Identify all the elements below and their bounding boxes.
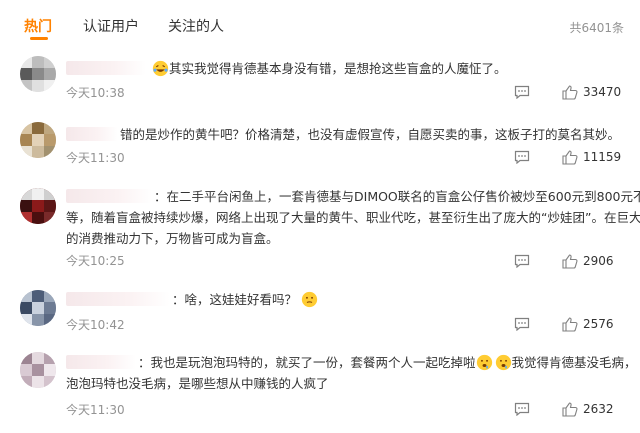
- comment-text: 其实我觉得肯德基本身没有错，是想抢这些盲盒的人魔怔了。: [66, 58, 626, 79]
- reply-icon[interactable]: [514, 402, 530, 416]
- comment-body-line: 泡泡玛特也没毛病，是哪些想从中赚钱的人疯了: [66, 376, 329, 391]
- username[interactable]: [66, 189, 152, 203]
- active-tab-indicator: [30, 37, 48, 40]
- thumbs-up-icon: [562, 316, 578, 332]
- comment-body-line: 等，随着盲盒被持续炒爆，网络上出现了大量的黄牛、职业代吃，甚至衍生出了庞大的“炒…: [66, 210, 640, 225]
- comment-time: 今天10:42: [66, 318, 125, 332]
- username[interactable]: [66, 61, 146, 75]
- reply-icon[interactable]: [514, 150, 530, 164]
- avatar[interactable]: [20, 122, 56, 158]
- thumbs-up-icon: [562, 401, 578, 417]
- like-count: 2576: [583, 317, 614, 331]
- comment-body-line: ：我也是玩泡泡玛特的，就买了一份，套餐两个人一起吃掉啦: [138, 355, 476, 370]
- avatar[interactable]: [20, 188, 56, 224]
- comment-body-line: 我觉得肯德基没毛病，: [511, 355, 637, 370]
- like-button[interactable]: 2576: [562, 316, 614, 332]
- reply-icon[interactable]: [514, 85, 530, 99]
- comment-total: 共6401条: [569, 21, 624, 35]
- laughing-tears-icon: [152, 60, 169, 77]
- tab-following[interactable]: 关注的人: [168, 16, 224, 36]
- comment-time: 今天11:30: [66, 151, 125, 165]
- like-count: 33470: [583, 85, 622, 99]
- like-count: 2906: [583, 254, 614, 268]
- thumbs-up-icon: [562, 149, 578, 165]
- avatar[interactable]: [20, 290, 56, 326]
- like-button[interactable]: 11159: [562, 149, 621, 165]
- thinking-face-icon: [301, 291, 318, 308]
- like-button[interactable]: 2632: [562, 401, 614, 417]
- comment-text: 错的是炒作的黄牛吧？价格清楚，也没有虚假宣传，自愿买卖的事，这板子打的莫名其妙。: [66, 124, 626, 145]
- like-button[interactable]: 33470: [562, 84, 621, 100]
- username[interactable]: [66, 355, 136, 369]
- avatar[interactable]: [20, 352, 56, 388]
- comment-body-line: 的消费推动力下，万物皆可成为盲盒。: [66, 231, 279, 246]
- like-count: 11159: [583, 150, 622, 164]
- tab-verified-users[interactable]: 认证用户: [83, 16, 139, 36]
- comment-body: 错的是炒作的黄牛吧？价格清楚，也没有虚假宣传，自愿买卖的事，这板子打的莫名其妙。: [120, 127, 621, 142]
- drooling-face-icon: [476, 354, 492, 371]
- comment-time: 今天11:30: [66, 403, 125, 417]
- comment-text: ：我也是玩泡泡玛特的，就买了一份，套餐两个人一起吃掉啦 我觉得肯德基没毛病， 泡泡…: [66, 352, 637, 394]
- comment-body: 其实我觉得肯德基本身没有错，是想抢这些盲盒的人魔怔了。: [168, 61, 507, 76]
- username[interactable]: [66, 292, 170, 306]
- comment-text: ：在二手平台闲鱼上，一套肯德基与DIMOO联名的盲盒公仔售价被炒至600元到80…: [66, 186, 640, 249]
- like-button[interactable]: 2906: [562, 253, 614, 269]
- comment-body: ：啥，这娃娃好看吗？: [172, 292, 298, 307]
- like-count: 2632: [583, 402, 614, 416]
- drooling-face-icon: [495, 354, 511, 371]
- username[interactable]: [66, 127, 118, 141]
- reply-icon[interactable]: [514, 254, 530, 268]
- comment-text: ：啥，这娃娃好看吗？: [66, 289, 626, 310]
- thumbs-up-icon: [562, 253, 578, 269]
- thumbs-up-icon: [562, 84, 578, 100]
- comment-tabs: 热门 认证用户 关注的人 共6401条: [0, 0, 640, 50]
- tab-hot[interactable]: 热门: [24, 16, 52, 36]
- comment-time: 今天10:38: [66, 86, 125, 100]
- comment-time: 今天10:25: [66, 254, 125, 268]
- avatar[interactable]: [20, 56, 56, 92]
- reply-icon[interactable]: [514, 317, 530, 331]
- comment-body-line: ：在二手平台闲鱼上，一套肯德基与DIMOO联名的盲盒公仔售价被炒至600元到80…: [154, 189, 640, 204]
